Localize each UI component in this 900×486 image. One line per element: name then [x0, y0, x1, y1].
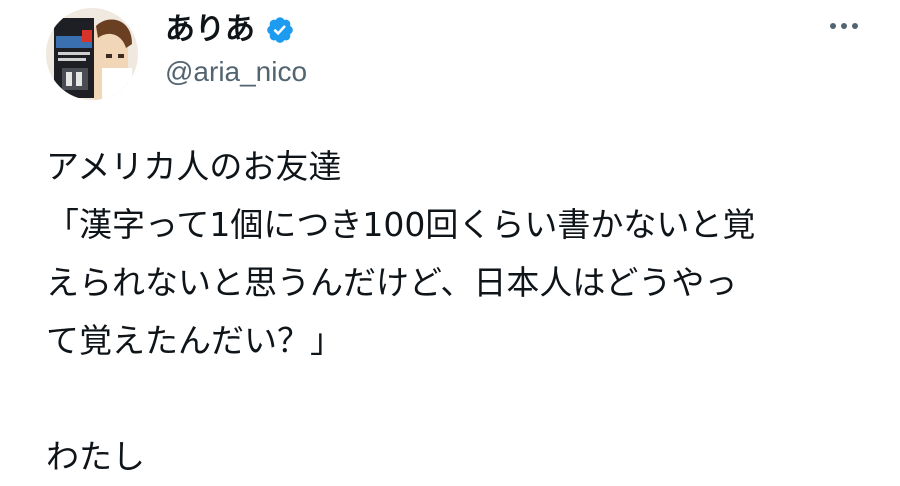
tweet-line: て覚えたんだい？」 [46, 321, 343, 360]
author-handle[interactable]: @aria_nico [165, 58, 307, 86]
tweet-line: アメリカ人のお友達 [46, 147, 342, 186]
display-name[interactable]: ありあ [165, 15, 255, 45]
verified-badge-icon [265, 15, 295, 45]
more-options-icon [830, 23, 836, 29]
avatar[interactable] [46, 8, 138, 100]
more-options-button[interactable] [826, 14, 862, 38]
more-options-icon [852, 23, 858, 29]
author-name-row: ありあ [165, 8, 295, 52]
tweet-line: えられないと思うんだけど、日本人はどうやっ [46, 263, 738, 302]
tweet-line [46, 370, 876, 428]
avatar-image [46, 8, 138, 100]
tweet-text: アメリカ人のお友達 「漢字って1個につき100回くらい書かないと覚 えられないと… [46, 138, 876, 486]
tweet-line: 「漢字って1個につき100回くらい書かないと覚 [46, 205, 756, 244]
tweet-line: わたし [46, 437, 145, 476]
more-options-icon [841, 23, 847, 29]
